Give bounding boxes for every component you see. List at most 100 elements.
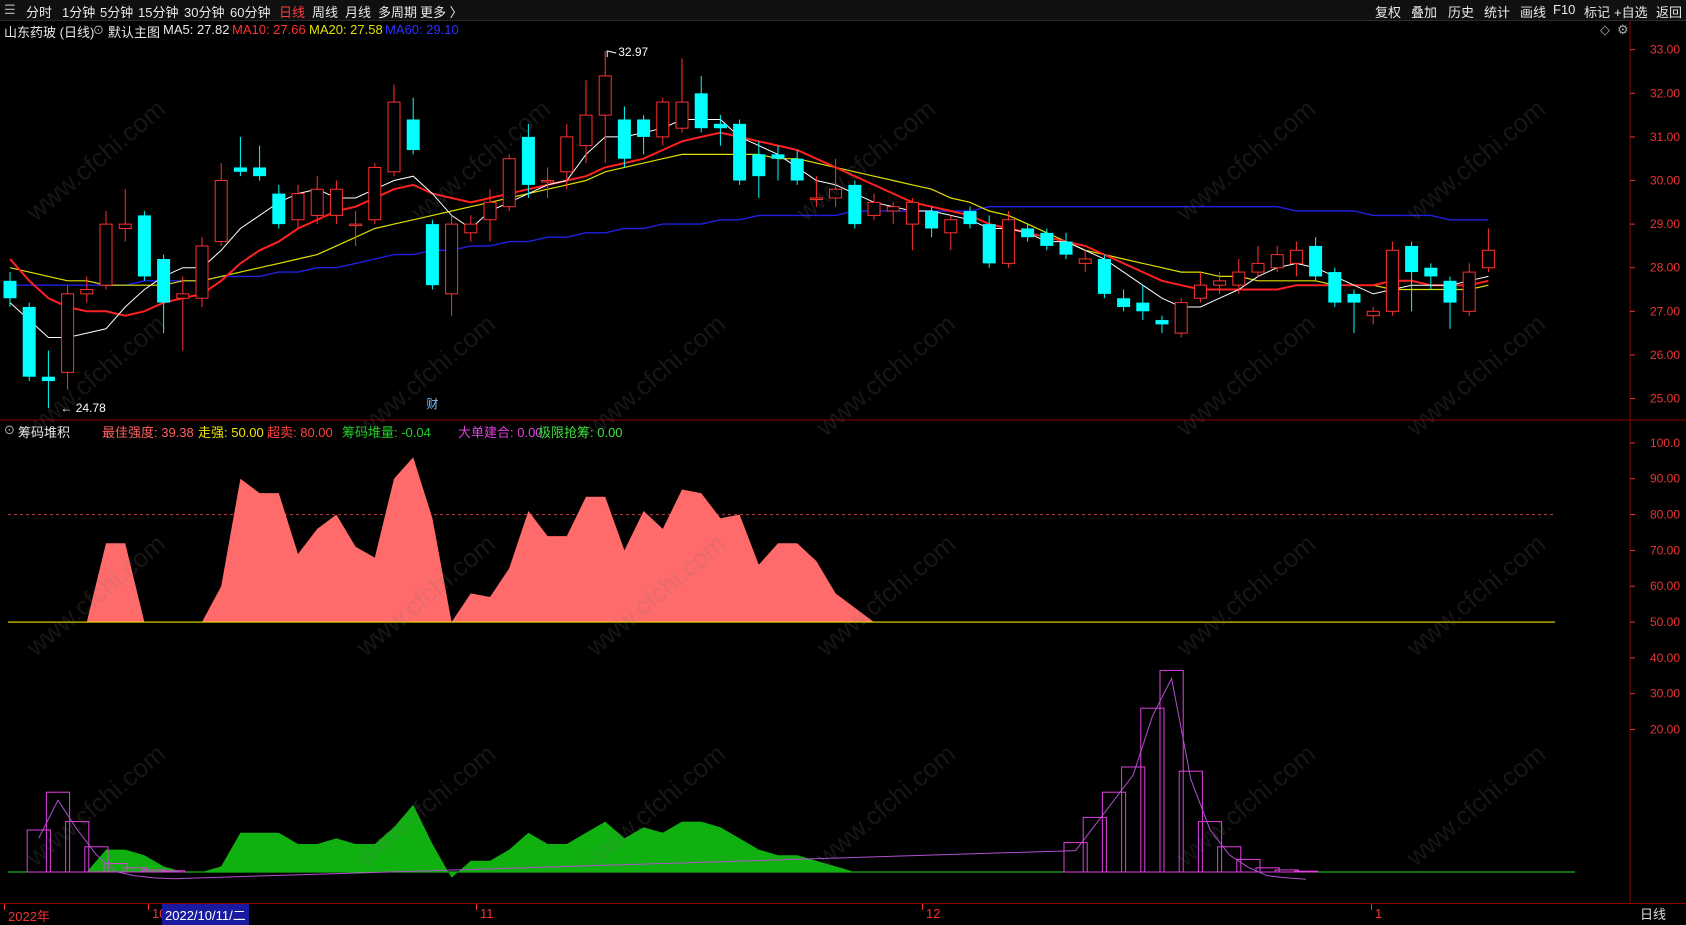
strength-area [451,489,874,623]
candle-body-up [329,188,343,216]
candle-body-down [253,167,267,177]
kline-chart[interactable]: 33.00 32.00 31.00 30.00 29.00 28.00 27.00 26.00… [0,20,1686,903]
candle-body-up [1270,254,1284,269]
candle-body-down [752,154,766,177]
date-label: 2022年 [8,909,50,924]
period-tab-7[interactable]: 周线 [312,2,338,21]
candle-body-up [809,197,823,200]
candle-body-up [541,180,555,183]
date-tick [922,904,923,910]
period-toolbar: 分时 1分钟 5分钟 15分钟 30分钟 60分钟 日线 周线 月线 多周期 更多 〉 复权 叠加 历史统… [0,0,1686,21]
indicator-tick-label: 90.00 [1650,472,1680,486]
candle-body-down [157,259,171,303]
candle-body-down [1040,232,1054,246]
period-tab-6[interactable]: 日线 [279,2,305,21]
price-tick-label: 32.00 [1650,86,1680,100]
candle-body-up [195,245,209,299]
candle-body-up [291,193,305,221]
period-tab-2[interactable]: 5分钟 [100,2,133,21]
period-tab-5[interactable]: 60分钟 [230,2,270,21]
candle-body-up [176,293,190,299]
indicator-tick-label: 20.00 [1650,723,1680,737]
candle-body-down [617,119,631,159]
candle-body-down [1309,245,1323,277]
financial-report-marker: 财 [426,397,438,411]
chip-box [1101,791,1127,873]
ma20-line [9,153,1489,291]
chip-box [45,791,71,873]
candle-body-up [1251,262,1265,273]
chip-box [1140,707,1165,873]
chip-accumulation-area [10,804,1489,878]
price-tick-label: 29.00 [1650,217,1680,231]
period-tab-4[interactable]: 30分钟 [184,2,224,21]
candle-body-up [829,188,843,199]
candle-body-up [905,201,919,225]
candle-body-down [41,376,55,382]
candle-body-down [1097,259,1111,294]
candle-body-down [3,280,17,299]
candle-body-up [1289,249,1303,264]
candle-body-down [137,215,151,277]
period-tab-9[interactable]: 多周期 [378,2,417,21]
indicator-tick-label: 40.00 [1650,651,1680,665]
period-label[interactable]: 日线 [1640,904,1666,923]
indicator-tick-label: 30.00 [1650,687,1680,701]
date-tick [476,904,477,910]
period-tab-0[interactable]: 分时 [26,2,52,21]
candle-body-down [771,154,785,159]
toolbar-button-3[interactable]: 统计 [1484,2,1510,21]
price-tick-label: 25.00 [1650,392,1680,406]
price-tick-label: 28.00 [1650,261,1680,275]
toolbar-button-1[interactable]: 叠加 [1411,2,1437,21]
price-tick-label: 30.00 [1650,174,1680,188]
candle-body-down [637,119,651,137]
date-tick [4,904,5,910]
candle-body-up [656,101,670,138]
toolbar-button-7[interactable]: +自选 [1614,2,1648,21]
indicator-tick-label: 100.0 [1650,436,1680,450]
candle-body-up [1366,310,1380,317]
candle-body-down [272,193,286,225]
candle-body-up [1001,219,1015,264]
chip-box [1121,766,1146,873]
candle-body-down [790,158,804,181]
date-label: 11 [480,906,494,921]
candle-body-down [713,123,727,129]
period-tab-1[interactable]: 1分钟 [62,2,95,21]
menu-icon[interactable]: ☰ [4,2,16,18]
chip-box [26,829,51,873]
high-price-label: 32.97 [618,45,648,59]
period-tab-3[interactable]: 15分钟 [138,2,178,21]
toolbar-button-8[interactable]: 返回 [1656,2,1682,21]
candle-body-up [502,158,516,208]
strength-area [202,457,452,623]
date-tick [148,904,149,910]
candle-body-up [387,101,401,173]
toolbar-button-6[interactable]: 标记 [1584,2,1610,21]
toolbar-button-2[interactable]: 历史 [1448,2,1474,21]
candle-body-down [982,224,996,264]
toolbar-button-0[interactable]: 复权 [1375,2,1401,21]
period-tab-10[interactable]: 更多 〉 [420,2,463,21]
indicator-tick-label: 50.00 [1650,615,1680,629]
candle-body-up [1462,271,1476,312]
date-axis: 2022年 10 11 12 1 [0,903,1686,924]
date-label: 1 [1375,906,1383,921]
period-tab-8[interactable]: 月线 [345,2,371,21]
candle-body-up [1385,249,1399,312]
cursor-date-label: 2022/10/11/二 [162,904,249,925]
candle-body-down [1443,280,1457,303]
toolbar-button-5[interactable]: F10 [1553,2,1575,17]
candle-body-down [1424,267,1438,277]
ma10-line [9,131,1489,317]
candle-body-up [1481,249,1495,269]
chip-box [1293,870,1319,873]
toolbar-button-4[interactable]: 画线 [1520,2,1546,21]
candle-body-down [22,306,36,377]
indicator-tick-label: 70.00 [1650,543,1680,557]
indicator-tick-label: 60.00 [1650,579,1680,593]
candle-body-down [1117,298,1131,307]
candle-body-down [848,184,862,225]
candle-body-up [349,223,363,227]
